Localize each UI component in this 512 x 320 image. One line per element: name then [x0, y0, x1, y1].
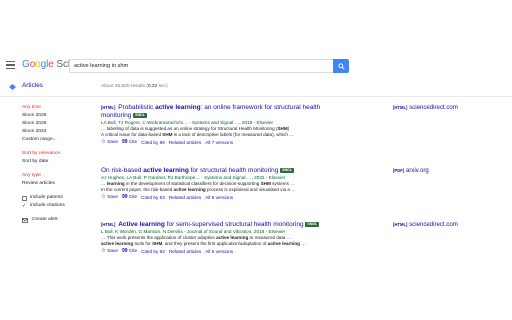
- search-input[interactable]: [70, 60, 333, 72]
- menu-icon[interactable]: [6, 61, 15, 69]
- result-item: [HTML] Active learning for semi-supervis…: [101, 221, 401, 255]
- articles-icon: [9, 84, 16, 90]
- result-actions: ☆ Save 99 Cite Cited by 63 Related artic…: [101, 193, 401, 201]
- articles-tab[interactable]: Articles: [22, 82, 43, 89]
- sndl-badge[interactable]: SNDL: [133, 112, 147, 118]
- include-patents-checkbox[interactable]: include patents: [22, 194, 94, 202]
- results-subbar: Articles About 45,500 results (0.22 sec): [0, 82, 512, 92]
- search-button[interactable]: [333, 59, 349, 73]
- result-item: On risk-based active learning for struct…: [101, 167, 401, 201]
- star-icon: ☆: [101, 248, 106, 254]
- result-snippet: … This work presents the application of …: [101, 235, 306, 246]
- all-versions-link[interactable]: All 8 versions: [205, 194, 233, 201]
- result-snippet: … labelling of data is suggested as an o…: [101, 126, 294, 137]
- cite-button[interactable]: 99 Cite: [122, 138, 137, 146]
- star-icon: ☆: [101, 139, 106, 145]
- result-actions: ☆ Save 99 Cite Cited by 89 Related artic…: [101, 138, 401, 146]
- filter-sidebar: Any time Since 2025 Since 2025 Since 202…: [22, 104, 94, 224]
- sort-by-relevance[interactable]: Sort by relevance: [22, 150, 94, 158]
- related-articles-link[interactable]: Related articles: [169, 139, 201, 146]
- sndl-badge[interactable]: SNDL: [280, 167, 295, 173]
- filter-any-time[interactable]: Any time: [22, 104, 94, 112]
- result-title[interactable]: [HTML] Probabilistic active learning: an…: [101, 104, 401, 120]
- related-articles-link[interactable]: Related articles: [169, 194, 201, 201]
- checkmark-icon: ✓: [22, 203, 27, 209]
- cited-by-link[interactable]: Cited by 63: [141, 194, 165, 201]
- result-snippet: … learning in the development of statist…: [101, 181, 296, 192]
- filter-since-2022[interactable]: Since 2022: [22, 128, 94, 136]
- checkbox-empty-icon: [22, 195, 27, 201]
- cite-button[interactable]: 99 Cite: [122, 247, 137, 255]
- sort-by-date[interactable]: Sort by date: [22, 158, 94, 166]
- envelope-icon: [22, 217, 28, 223]
- result-item: [HTML] Probabilistic active learning: an…: [101, 104, 401, 146]
- include-citations-checkbox[interactable]: ✓ include citations: [22, 202, 94, 210]
- search-icon: [337, 62, 345, 70]
- save-button[interactable]: ☆ Save: [101, 193, 118, 201]
- fulltext-link[interactable]: [PDF] arxiv.org: [393, 167, 429, 174]
- result-actions: ☆ Save 99 Cite Cited by 92 Related artic…: [101, 247, 401, 255]
- quote-icon: 99: [121, 248, 128, 254]
- sndl-badge[interactable]: SNDL: [305, 221, 320, 227]
- filter-review-articles[interactable]: Review articles: [22, 180, 94, 188]
- search-box[interactable]: [69, 59, 333, 73]
- create-alert-button[interactable]: Create alert: [22, 216, 94, 224]
- top-bar: Google Scholar: [0, 50, 512, 82]
- all-versions-link[interactable]: All 5 versions: [205, 248, 233, 255]
- result-title[interactable]: [HTML] Active learning for semi-supervis…: [101, 221, 401, 229]
- filter-custom-range[interactable]: Custom range...: [22, 136, 94, 144]
- save-button[interactable]: ☆ Save: [101, 247, 118, 255]
- fulltext-link[interactable]: [HTML] sciencedirect.com: [393, 221, 458, 228]
- cite-button[interactable]: 99 Cite: [122, 193, 137, 201]
- cited-by-link[interactable]: Cited by 92: [141, 248, 165, 255]
- header-divider: [0, 96, 512, 97]
- related-articles-link[interactable]: Related articles: [169, 248, 201, 255]
- quote-icon: 99: [121, 194, 128, 200]
- filter-since-2025b[interactable]: Since 2025: [22, 120, 94, 128]
- cited-by-link[interactable]: Cited by 89: [141, 139, 165, 146]
- all-versions-link[interactable]: All 7 versions: [205, 139, 233, 146]
- quote-icon: 99: [121, 139, 128, 145]
- result-title[interactable]: On risk-based active learning for struct…: [101, 167, 401, 175]
- star-icon: ☆: [101, 194, 106, 200]
- save-button[interactable]: ☆ Save: [101, 138, 118, 146]
- result-stats: About 45,500 results (0.22 sec): [101, 84, 168, 89]
- filter-any-type[interactable]: Any type: [22, 172, 94, 180]
- filter-since-2025[interactable]: Since 2025: [22, 112, 94, 120]
- fulltext-link[interactable]: [HTML] sciencedirect.com: [393, 104, 458, 111]
